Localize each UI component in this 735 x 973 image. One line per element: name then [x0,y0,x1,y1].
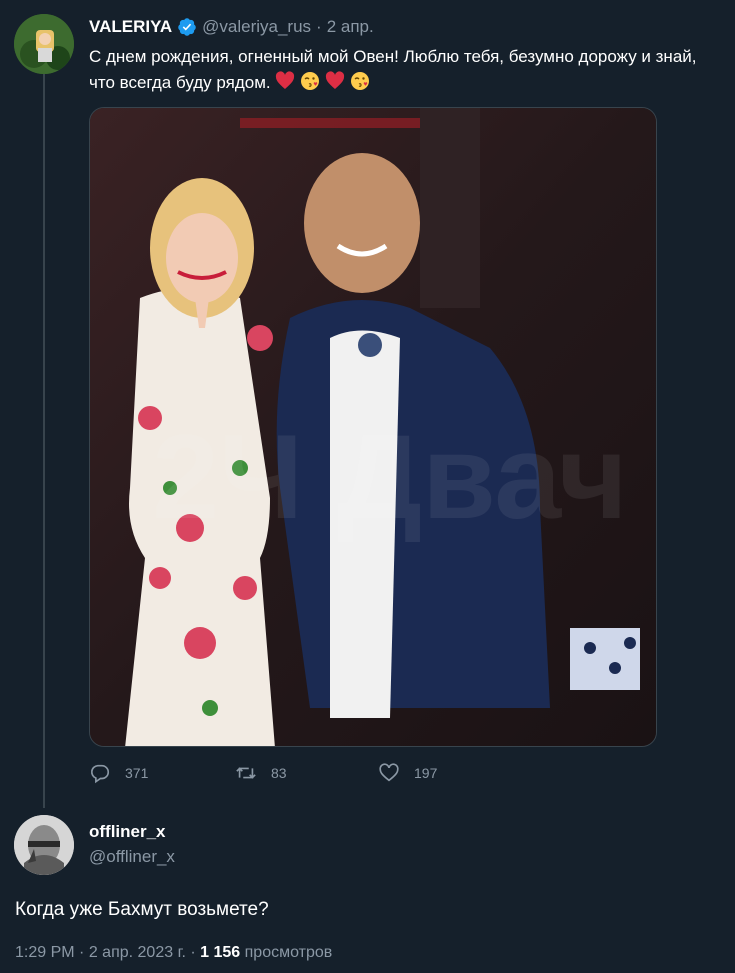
tweet-photo[interactable]: 2Ч Двач [89,107,657,747]
heart-icon [379,763,399,782]
avatar[interactable] [14,14,74,74]
kissing-face-icon [300,71,320,99]
avatar-image [14,14,74,74]
reply-button[interactable]: 371 [89,762,148,784]
red-heart-icon [325,71,345,99]
photo-watermark: 2Ч Двач [152,410,628,544]
separator-dot: · [79,944,85,961]
retweet-icon [236,767,256,779]
retweet-count: 83 [271,765,287,781]
views-count: 1 156 [200,944,241,961]
kissing-face-icon [350,71,370,99]
handle[interactable]: @valeriya_rus [202,17,311,37]
reply-count: 371 [125,765,149,781]
verified-badge-icon [178,18,196,36]
separator-dot: · [316,17,322,36]
photo-image: 2Ч Двач [90,108,656,746]
views-label: просмотров [244,944,333,961]
tweet-actions: 371 83 197 [89,762,489,786]
display-name[interactable]: VALERIYA [89,17,172,37]
tweet-header: VALERIYA @valeriya_rus · 2 апр. [89,16,374,38]
display-name[interactable]: offliner_x [89,822,166,842]
tweet-date[interactable]: 2 апр. [327,17,374,37]
tweet-text: Когда уже Бахмут возьмете? [15,899,269,920]
tweet-meta: 1:29 PM · 2 апр. 2023 г. · 1 156 просмот… [15,944,332,962]
red-heart-icon [275,71,295,99]
tweet-date[interactable]: 2 апр. 2023 г. [89,944,186,961]
tweet-thread: VALERIYA @valeriya_rus · 2 апр. С днем р… [0,0,735,973]
like-count: 197 [414,765,438,781]
handle[interactable]: @offliner_x [89,847,175,867]
tweet-time[interactable]: 1:29 PM [15,944,75,961]
like-button[interactable]: 197 [378,762,437,784]
separator-dot: · [190,944,196,961]
avatar[interactable] [14,815,74,875]
avatar-image [14,815,74,875]
retweet-button[interactable]: 83 [235,762,287,784]
reply-icon [90,764,110,784]
thread-connector-line [43,74,45,808]
tweet-text-body: С днем рождения, огненный мой Овен! Любл… [89,47,697,92]
tweet-text: С днем рождения, огненный мой Овен! Любл… [89,44,724,99]
